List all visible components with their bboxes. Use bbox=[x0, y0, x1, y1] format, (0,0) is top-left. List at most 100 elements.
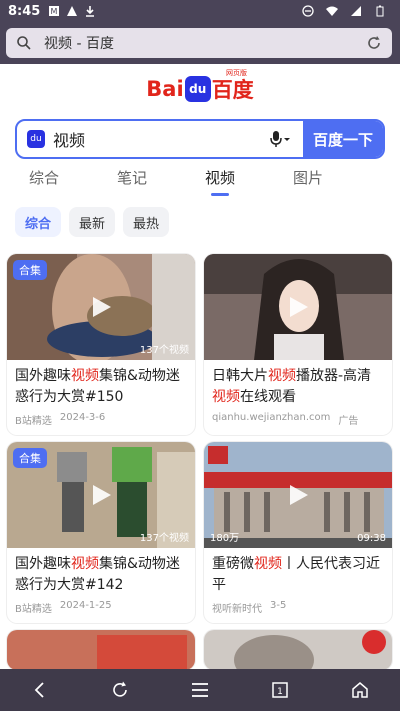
title-highlight: 视频 bbox=[71, 556, 99, 572]
video-result-card[interactable] bbox=[7, 630, 195, 669]
collection-badge: 合集 bbox=[13, 448, 47, 468]
video-duration: 09:38 bbox=[357, 533, 386, 544]
result-tabs: 综合 笔记 视频 图片 bbox=[0, 167, 400, 197]
logo-tag: 网页版 bbox=[226, 69, 247, 77]
video-thumbnail[interactable]: 合集 137个视频 bbox=[7, 442, 195, 548]
title-highlight: 视频 bbox=[71, 368, 99, 384]
address-text: 视频 - 百度 bbox=[44, 36, 114, 52]
filter-comprehensive[interactable]: 综合 bbox=[15, 207, 62, 237]
dnd-icon bbox=[302, 5, 314, 17]
tab-videos[interactable]: 视频 bbox=[176, 167, 264, 197]
title-highlight: 视频 bbox=[212, 389, 240, 405]
refresh-icon bbox=[113, 681, 127, 697]
result-source: 视听新时代 bbox=[212, 604, 262, 615]
video-thumbnail[interactable] bbox=[204, 254, 392, 360]
video-count: 137个视频 bbox=[139, 345, 189, 356]
title-text: 重磅微 bbox=[212, 556, 254, 572]
tab-label: 图片 bbox=[292, 169, 323, 187]
alert-icon bbox=[67, 6, 78, 16]
result-title[interactable]: 国外趣味视频集锦&动物迷惑行为大赏#142 bbox=[7, 548, 195, 596]
status-time: 8:45 bbox=[8, 3, 41, 19]
video-count: 137个视频 bbox=[139, 533, 189, 544]
filter-hottest[interactable]: 最热 bbox=[123, 207, 170, 237]
search-icon bbox=[17, 36, 31, 50]
home-button[interactable] bbox=[340, 670, 380, 710]
chevron-down-icon bbox=[284, 138, 290, 141]
play-icon bbox=[290, 485, 308, 505]
result-meta: B站精选 2024-3-6 bbox=[7, 408, 195, 435]
title-text: 国外趣味 bbox=[15, 368, 71, 384]
filter-chips: 综合 最新 最热 bbox=[15, 207, 170, 237]
title-text: 国外趣味 bbox=[15, 556, 71, 572]
video-thumbnail[interactable]: 合集 137个视频 bbox=[7, 254, 195, 360]
search-submit-button[interactable]: 百度一下 bbox=[303, 121, 383, 157]
tabs-button[interactable]: 1 bbox=[260, 670, 300, 710]
title-text: 日韩大片 bbox=[212, 368, 268, 384]
result-date: 2024-3-6 bbox=[59, 412, 106, 423]
result-date: 3-5 bbox=[270, 600, 287, 611]
filter-newest[interactable]: 最新 bbox=[69, 207, 116, 237]
hamburger-menu-icon bbox=[192, 683, 208, 697]
thumbnail-image bbox=[7, 630, 195, 669]
result-source: B站精选 bbox=[15, 416, 52, 427]
ad-result-card[interactable]: 日韩大片视频播放器-高清视频在线观看 qianhu.wejianzhan.com… bbox=[204, 254, 392, 435]
svg-text:M: M bbox=[51, 7, 58, 16]
result-source: qianhu.wejianzhan.com bbox=[212, 412, 331, 423]
active-tab-indicator bbox=[211, 193, 229, 196]
wifi-icon bbox=[326, 6, 338, 16]
video-result-card[interactable]: 合集 137个视频 国外趣味视频集锦&动物迷惑行为大赏#142 B站精选 2024… bbox=[7, 442, 195, 623]
home-icon bbox=[352, 682, 368, 698]
result-source: B站精选 bbox=[15, 604, 52, 615]
view-count: 180万 bbox=[210, 533, 240, 544]
back-button[interactable] bbox=[20, 670, 60, 710]
logo-cn: 百度 bbox=[211, 78, 254, 102]
status-bar: 8:45 M bbox=[0, 0, 400, 22]
collection-badge: 合集 bbox=[13, 260, 47, 280]
title-highlight: 视频 bbox=[254, 556, 282, 572]
sim-icon: M bbox=[49, 6, 60, 16]
video-result-card[interactable]: 合集 137个视频 国外趣味视频集锦&动物迷惑行为大赏#150 B站精选 2024… bbox=[7, 254, 195, 435]
play-icon bbox=[290, 297, 308, 317]
search-query: 视频 bbox=[53, 131, 86, 150]
menu-button[interactable] bbox=[180, 670, 220, 710]
tab-count-icon: 1 bbox=[272, 682, 288, 698]
svg-text:1: 1 bbox=[277, 687, 283, 697]
tab-label: 综合 bbox=[28, 169, 59, 187]
video-result-card[interactable] bbox=[204, 630, 392, 669]
logo-bai: Bai bbox=[146, 77, 184, 101]
paw-small-icon: du bbox=[27, 130, 45, 148]
result-meta: B站精选 2024-1-25 bbox=[7, 596, 195, 623]
page-content: Bai du 百度 网页版 du 视频 百度一下 综合 笔记 视频 图片 综合 … bbox=[0, 64, 400, 669]
ad-label: 广告 bbox=[338, 416, 359, 427]
tab-label: 笔记 bbox=[116, 169, 147, 187]
search-box: du 视频 百度一下 bbox=[15, 119, 385, 159]
back-arrow-icon bbox=[34, 682, 44, 698]
result-title[interactable]: 日韩大片视频播放器-高清视频在线观看 bbox=[204, 360, 392, 408]
result-title[interactable]: 重磅微视频丨人民代表习近平 bbox=[204, 548, 392, 596]
tab-all[interactable]: 综合 bbox=[0, 167, 88, 197]
title-text: 在线观看 bbox=[240, 389, 296, 405]
signal-icon bbox=[351, 6, 361, 16]
title-highlight: 视频 bbox=[268, 368, 296, 384]
browser-bottom-bar: 1 bbox=[0, 669, 400, 711]
search-input[interactable]: du 视频 bbox=[17, 121, 303, 157]
result-title[interactable]: 国外趣味视频集锦&动物迷惑行为大赏#150 bbox=[7, 360, 195, 408]
address-bar[interactable]: 视频 - 百度 bbox=[6, 28, 392, 58]
browser-toolbar: 视频 - 百度 bbox=[0, 22, 400, 64]
baidu-logo: Bai du 百度 网页版 bbox=[0, 69, 400, 104]
result-date: 2024-1-25 bbox=[59, 600, 112, 611]
tab-images[interactable]: 图片 bbox=[264, 167, 352, 197]
thumbnail-image bbox=[204, 630, 392, 669]
reload-icon[interactable] bbox=[366, 35, 382, 51]
tab-notes[interactable]: 笔记 bbox=[88, 167, 176, 197]
video-thumbnail[interactable]: 180万 09:38 bbox=[204, 442, 392, 548]
microphone-icon bbox=[270, 131, 282, 147]
paw-icon: du bbox=[184, 76, 211, 102]
voice-search-button[interactable] bbox=[269, 130, 291, 148]
video-result-card[interactable]: 180万 09:38 重磅微视频丨人民代表习近平 视听新时代 3-5 bbox=[204, 442, 392, 623]
play-icon bbox=[93, 297, 111, 317]
title-text: 播放器-高清 bbox=[296, 368, 372, 384]
battery-icon bbox=[376, 5, 384, 17]
refresh-button[interactable] bbox=[100, 670, 140, 710]
result-meta: 视听新时代 3-5 bbox=[204, 596, 392, 623]
